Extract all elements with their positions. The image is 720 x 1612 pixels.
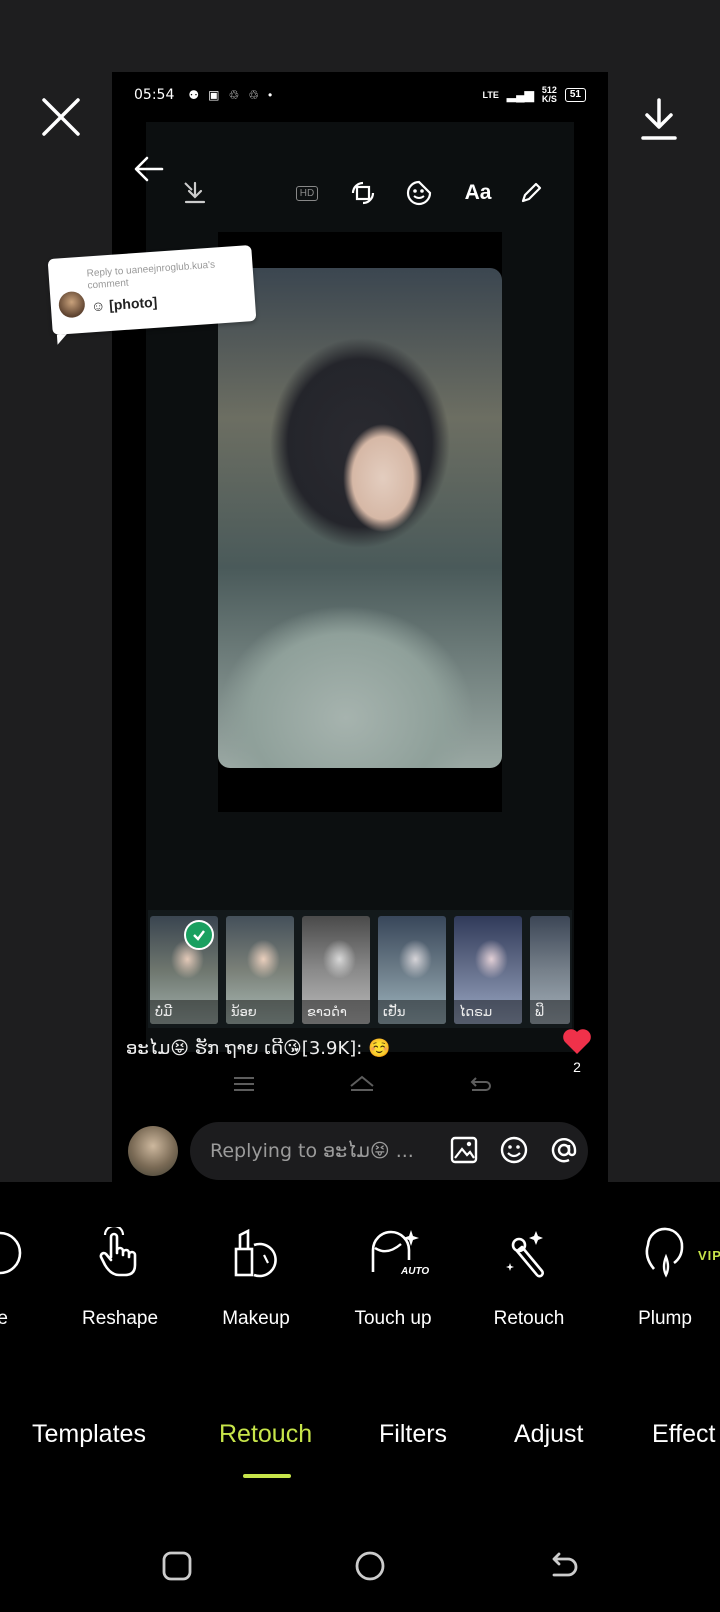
back-button[interactable] bbox=[546, 1549, 580, 1583]
mention-icon[interactable] bbox=[548, 1134, 580, 1166]
back-icon bbox=[470, 1077, 491, 1091]
story-toolbar: HD Aa bbox=[178, 176, 548, 216]
close-icon[interactable] bbox=[40, 96, 82, 138]
text-icon[interactable]: Aa bbox=[458, 176, 498, 210]
battery-indicator: 51 bbox=[564, 88, 586, 102]
reply-placeholder: Replying to ອະໄມ😝 ... bbox=[210, 1140, 414, 1162]
system-nav-bar bbox=[160, 1546, 580, 1586]
net-speed: 512 K/S bbox=[541, 85, 557, 104]
home-icon bbox=[350, 1075, 374, 1091]
vip-badge: VIP bbox=[698, 1248, 720, 1263]
retouch-tools: e Reshape Makeup AUTO Touch up Retouch P… bbox=[0, 1222, 720, 1342]
game-icon: ⚉ bbox=[188, 88, 200, 102]
tool-label: Plump bbox=[638, 1308, 692, 1329]
editor-screen: 05:54 ⚉ ▣ ♲ ♲ • LTE ▂▄▆ 512 K/S 51 HD Aa… bbox=[0, 0, 720, 1612]
tab-adjust[interactable]: Adjust bbox=[514, 1420, 583, 1449]
sticker-icon[interactable] bbox=[402, 176, 436, 210]
filter-thumb[interactable]: ຟິ bbox=[530, 916, 570, 1024]
hand-touch-icon bbox=[99, 1227, 137, 1277]
app-icon: ▣ bbox=[208, 88, 220, 102]
filter-thumb[interactable]: ນ້ອຍ bbox=[226, 916, 294, 1024]
plump-icon bbox=[645, 1227, 684, 1278]
status-bar: 05:54 ⚉ ▣ ♲ ♲ • LTE ▂▄▆ 512 K/S 51 bbox=[112, 72, 608, 118]
active-tab-indicator bbox=[243, 1474, 291, 1478]
makeup-icon bbox=[234, 1228, 277, 1278]
reply-sticker[interactable]: Reply to uaneejnroglub.kua's comment ☺ [… bbox=[47, 244, 257, 336]
signal-icon: ▂▄▆ bbox=[506, 87, 534, 102]
like-count: 2 bbox=[573, 1059, 581, 1075]
auto-badge: AUTO bbox=[399, 1266, 432, 1277]
dot-icon: • bbox=[268, 88, 273, 102]
recycle-icon: ♲ bbox=[228, 88, 240, 102]
filter-strip: ບໍ່ມີ ນ້ອຍ ຂາວດຳ ເຢັນ ໄດຣມ ຟິ bbox=[148, 910, 572, 1028]
tool-reshape[interactable]: Reshape bbox=[60, 1222, 180, 1330]
tool-retouch[interactable]: Retouch bbox=[469, 1222, 589, 1330]
filter-thumb[interactable]: ຂາວດຳ bbox=[302, 916, 370, 1024]
back-arrow-icon[interactable] bbox=[132, 154, 166, 184]
tool-label: Touch up bbox=[354, 1308, 432, 1329]
emoji-icon[interactable] bbox=[498, 1134, 530, 1166]
hd-icon[interactable]: HD bbox=[290, 176, 324, 210]
editor-tabs: Templates Retouch Filters Adjust Effect bbox=[0, 1420, 720, 1470]
filter-label: ເຢັນ bbox=[378, 1000, 446, 1024]
download-icon[interactable] bbox=[638, 96, 680, 142]
reply-bar: Replying to ອະໄມ😝 ... bbox=[128, 1122, 592, 1180]
status-notification-icons: ⚉ ▣ ♲ ♲ • bbox=[188, 88, 272, 102]
save-icon[interactable] bbox=[178, 176, 212, 210]
tab-effect[interactable]: Effect bbox=[652, 1420, 715, 1449]
network-type: LTE bbox=[482, 89, 499, 100]
tool-makeup[interactable]: Makeup bbox=[196, 1222, 316, 1330]
overlay-nav bbox=[232, 1074, 492, 1098]
check-icon bbox=[184, 920, 214, 950]
recents-button[interactable] bbox=[160, 1549, 194, 1583]
heart-icon bbox=[563, 1029, 591, 1054]
tab-filters[interactable]: Filters bbox=[379, 1420, 447, 1449]
crop-rotate-icon[interactable] bbox=[346, 176, 380, 210]
status-time: 05:54 bbox=[134, 87, 175, 103]
filter-thumb[interactable]: ໄດຣມ bbox=[454, 916, 522, 1024]
tool-label: e bbox=[0, 1308, 8, 1329]
filter-label: ໄດຣມ bbox=[454, 1000, 522, 1024]
comment-text: ອະໄມ😝 ຮັກ ຖາຍ ເດີ😘[3.9K]: ☺️ bbox=[126, 1038, 391, 1059]
home-button[interactable] bbox=[353, 1549, 387, 1583]
like-button[interactable]: 2 bbox=[560, 1026, 594, 1075]
face-icon bbox=[0, 1231, 22, 1275]
image-icon[interactable] bbox=[448, 1134, 480, 1166]
filter-label: ບໍ່ມີ bbox=[150, 1000, 218, 1024]
filter-label: ຟິ bbox=[530, 1000, 570, 1024]
avatar bbox=[128, 1126, 178, 1176]
sticker-reply-to: Reply to uaneejnroglub.kua's comment bbox=[86, 259, 216, 292]
portrait-photo bbox=[218, 268, 502, 768]
filter-thumb[interactable]: ບໍ່ມີ bbox=[150, 916, 218, 1024]
recycle-icon: ♲ bbox=[248, 88, 259, 102]
tab-templates[interactable]: Templates bbox=[32, 1420, 146, 1449]
filter-thumb[interactable]: ເຢັນ bbox=[378, 916, 446, 1024]
status-right: LTE ▂▄▆ 512 K/S 51 bbox=[483, 86, 586, 104]
tool-label: Retouch bbox=[493, 1308, 565, 1329]
tool-face[interactable]: e bbox=[0, 1222, 60, 1330]
wand-icon bbox=[506, 1231, 544, 1278]
tool-plump[interactable]: Plump bbox=[605, 1222, 720, 1330]
sticker-content: ☺ [photo] bbox=[90, 293, 158, 315]
filter-label: ຂາວດຳ bbox=[302, 1000, 370, 1024]
draw-icon[interactable] bbox=[514, 176, 548, 210]
tool-label: Reshape bbox=[81, 1308, 159, 1329]
edited-screenshot: 05:54 ⚉ ▣ ♲ ♲ • LTE ▂▄▆ 512 K/S 51 HD Aa… bbox=[112, 72, 608, 1182]
reply-input[interactable]: Replying to ອະໄມ😝 ... bbox=[190, 1122, 588, 1180]
avatar bbox=[57, 290, 86, 319]
tool-label: Makeup bbox=[222, 1308, 290, 1329]
menu-icon bbox=[234, 1077, 254, 1091]
tab-retouch[interactable]: Retouch bbox=[219, 1420, 312, 1449]
tool-touch-up[interactable]: AUTO Touch up bbox=[333, 1222, 453, 1330]
filter-label: ນ້ອຍ bbox=[226, 1000, 294, 1024]
